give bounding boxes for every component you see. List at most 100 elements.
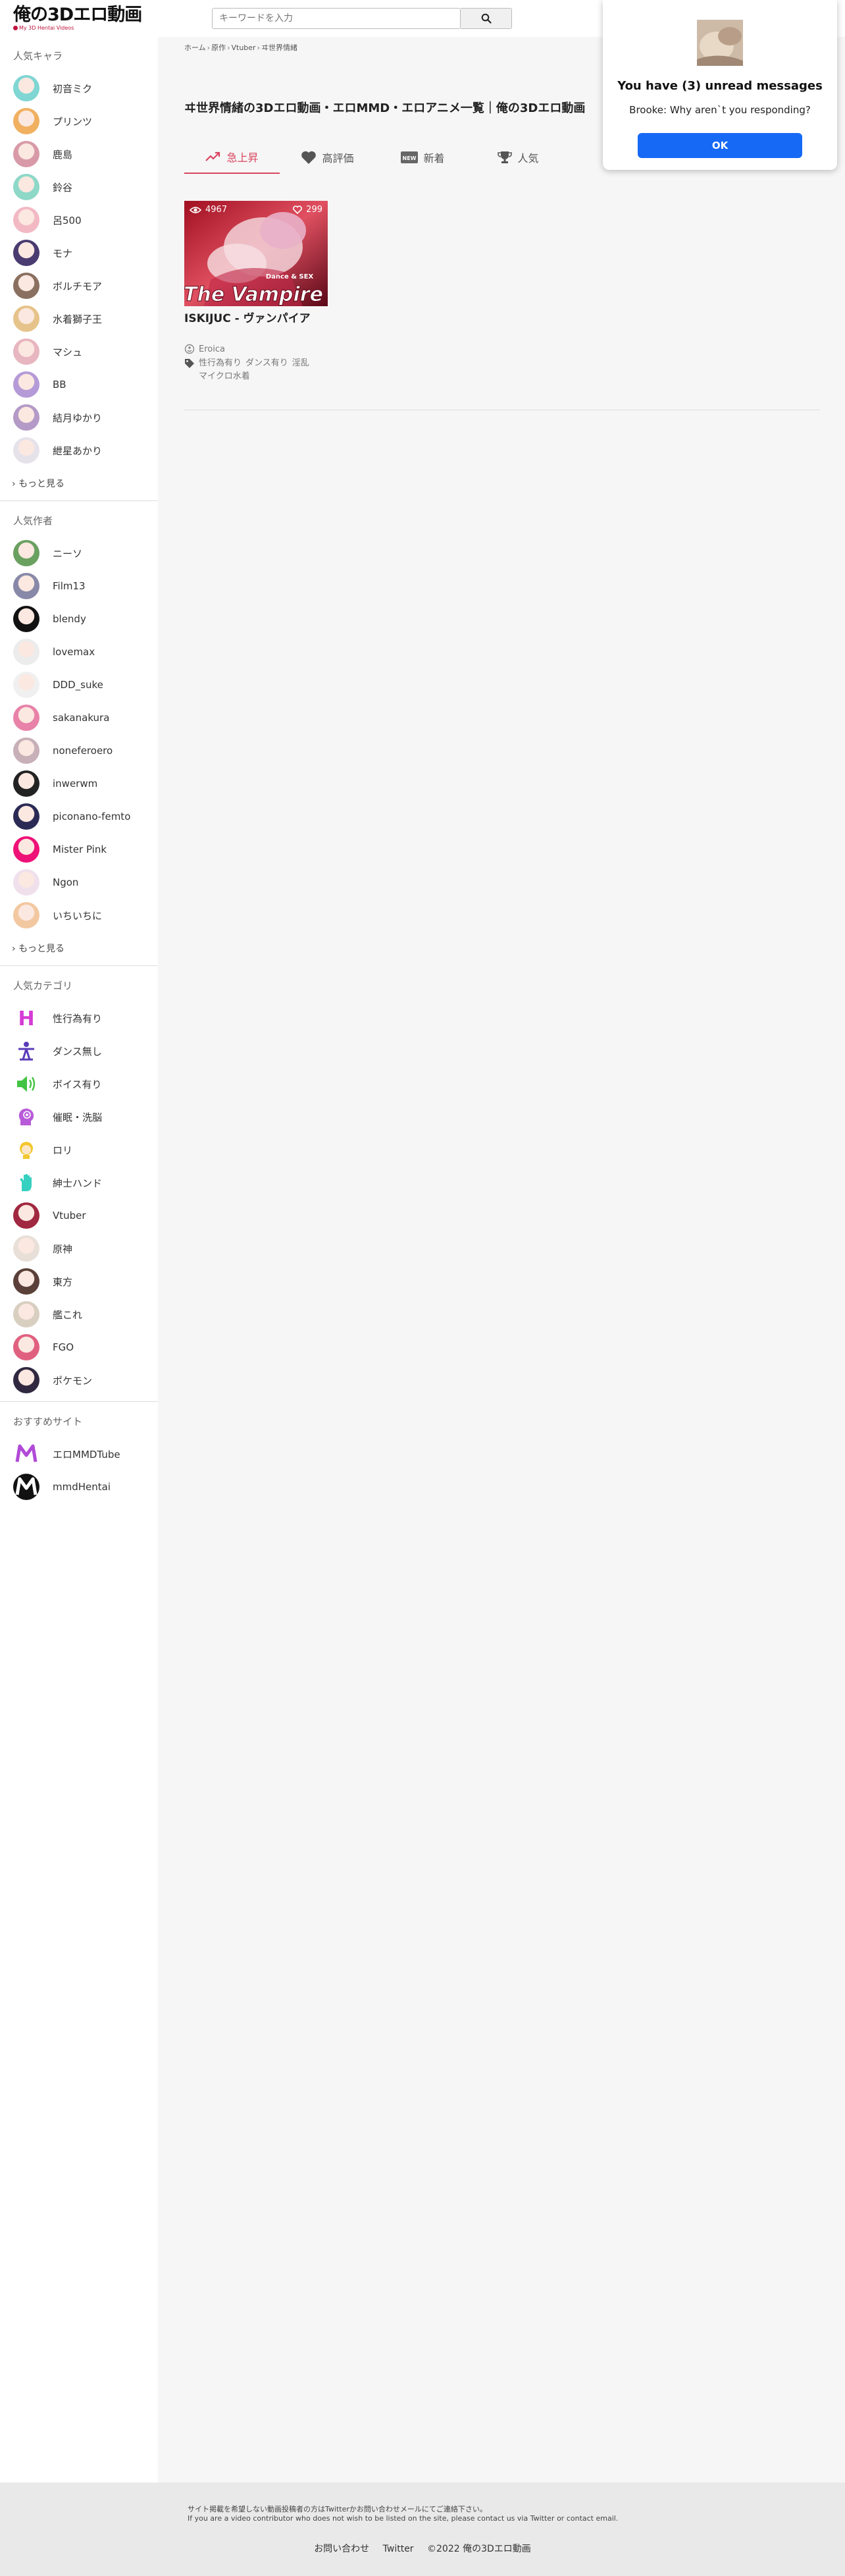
video-author[interactable]: Eroica: [184, 344, 328, 354]
sidebar-character-item[interactable]: 鈴谷: [13, 174, 155, 200]
sidebar-category-item[interactable]: 艦これ: [13, 1301, 155, 1328]
sidebar-category-label: 性行為有り: [53, 1012, 103, 1025]
footer-copyright: ©2022 俺の3Dエロ動画: [427, 2544, 531, 2554]
kancolle-avatar: [13, 1301, 39, 1328]
fgo-avatar: [13, 1334, 39, 1360]
more-creators-link[interactable]: › もっと見る: [12, 942, 64, 955]
heart-outline-icon: [293, 205, 303, 214]
sidebar-category-item[interactable]: ボイス有り: [13, 1071, 155, 1097]
genshin-avatar: [13, 1235, 39, 1262]
sidebar-category-label: 艦これ: [53, 1308, 83, 1321]
sidebar-character-item[interactable]: モナ: [13, 240, 155, 266]
more-characters-link[interactable]: › もっと見る: [12, 477, 64, 490]
sidebar-category-label: 東方: [53, 1275, 73, 1288]
sidebar-character-item[interactable]: マシュ: [13, 338, 155, 365]
avatar: [13, 705, 39, 731]
avatar: [13, 207, 39, 233]
dance-icon: [13, 1038, 39, 1064]
tag-item[interactable]: 性行為有り: [199, 357, 242, 370]
avatar: [13, 738, 39, 764]
sidebar-creator-item[interactable]: ニーソ: [13, 540, 155, 566]
sidebar-category-item[interactable]: Vtuber: [13, 1202, 155, 1229]
sidebar-character-item[interactable]: 初音ミク: [13, 75, 155, 101]
tab-popular[interactable]: 人気: [471, 141, 566, 174]
avatar: [13, 174, 39, 200]
breadcrumb-original[interactable]: 原作: [211, 43, 226, 52]
sidebar-site-label: エロMMDTube: [53, 1448, 120, 1461]
page-title: ヰ世界情緒の3Dエロ動画・エロMMD・エロアニメ一覧｜俺の3Dエロ動画: [184, 101, 586, 115]
tag-item[interactable]: マイクロ水着: [199, 370, 250, 383]
sidebar-creator-item[interactable]: Ngon: [13, 869, 155, 896]
tab-top-rated[interactable]: 高評価: [280, 141, 375, 174]
tab-new[interactable]: NEW 新着: [375, 141, 471, 174]
sidebar-creator-label: ニーソ: [53, 547, 83, 560]
sidebar-category-item[interactable]: H 性行為有り: [13, 1005, 155, 1031]
popup-ok-button[interactable]: OK: [638, 133, 802, 158]
sidebar-character-item[interactable]: ボルチモア: [13, 273, 155, 299]
sort-tabs: 急上昇 高評価 NEW 新着 人気: [184, 141, 566, 174]
eye-icon: [190, 206, 201, 213]
avatar: [13, 606, 39, 632]
tab-trending[interactable]: 急上昇: [184, 141, 280, 174]
sidebar-creator-item[interactable]: sakanakura: [13, 705, 155, 731]
sidebar-character-item[interactable]: 水着獅子王: [13, 306, 155, 332]
divider: [0, 1401, 158, 1402]
footer-twitter-link[interactable]: Twitter: [383, 2544, 414, 2554]
popup-message: Brooke: Why aren`t you responding?: [629, 104, 811, 116]
sidebar-character-item[interactable]: プリンツ: [13, 108, 155, 134]
sidebar-category-item[interactable]: 東方: [13, 1268, 155, 1295]
search-button[interactable]: [461, 8, 512, 29]
sidebar-creator-item[interactable]: Mister Pink: [13, 836, 155, 863]
avatar: [13, 338, 39, 365]
sidebar-creator-label: lovemax: [53, 646, 95, 658]
sidebar-creator-label: noneferoero: [53, 745, 113, 757]
sidebar-creator-label: inwerwm: [53, 778, 98, 790]
tag-item[interactable]: ダンス有り: [245, 357, 288, 370]
tag-item[interactable]: 淫乱: [292, 357, 309, 370]
sidebar-creator-item[interactable]: piconano-femto: [13, 803, 155, 830]
footer-contact-link[interactable]: お問い合わせ: [314, 2544, 369, 2554]
breadcrumb-home[interactable]: ホーム: [184, 43, 206, 52]
sidebar-site-item[interactable]: エロMMDTube: [13, 1441, 155, 1467]
thumb-title: The Vampire: [184, 283, 323, 306]
breadcrumb-vtuber[interactable]: Vtuber: [231, 43, 255, 52]
section-title-characters: 人気キャラ: [13, 50, 63, 62]
like-count: 299: [293, 205, 322, 215]
avatar: [13, 869, 39, 896]
sidebar-creator-item[interactable]: inwerwm: [13, 770, 155, 797]
sidebar-creator-item[interactable]: DDD_suke: [13, 672, 155, 698]
pokemon-avatar: [13, 1367, 39, 1393]
sidebar-creator-item[interactable]: Film13: [13, 573, 155, 599]
sidebar-character-item[interactable]: 結月ゆかり: [13, 404, 155, 431]
sidebar-creator-label: いちいちに: [53, 909, 103, 922]
sidebar-category-item[interactable]: FGO: [13, 1334, 155, 1360]
sidebar-category-item[interactable]: 紳士ハンド: [13, 1169, 155, 1196]
sidebar-character-item[interactable]: 紲星あかり: [13, 437, 155, 464]
search-input[interactable]: [213, 9, 460, 28]
sidebar-category-item[interactable]: ポケモン: [13, 1367, 155, 1393]
sidebar-character-label: 呂500: [53, 214, 82, 227]
sidebar-category-item[interactable]: ダンス無し: [13, 1038, 155, 1064]
trophy-icon: [498, 151, 513, 163]
sidebar: 人気キャラ 初音ミクプリンツ鹿島鈴谷呂500 モナボルチモア水着獅子王マシュ BB 結…: [0, 37, 158, 2482]
sidebar-site-item[interactable]: mmdHentai: [13, 1474, 155, 1500]
sidebar-category-item[interactable]: ロリ: [13, 1137, 155, 1163]
avatar: [13, 240, 39, 266]
footer-links: お問い合わせ Twitter ©2022 俺の3Dエロ動画: [0, 2542, 845, 2555]
sidebar-character-item[interactable]: BB: [13, 371, 155, 398]
site-logo[interactable]: 俺の3Dエロ動画 My 3D Hentai Videos: [13, 5, 142, 32]
sidebar-character-item[interactable]: 呂500: [13, 207, 155, 233]
sidebar-creator-label: sakanakura: [53, 712, 110, 724]
sidebar-creator-item[interactable]: blendy: [13, 606, 155, 632]
video-thumbnail[interactable]: Dance & SEX The Vampire 4967 299: [184, 201, 328, 306]
logo-text: 俺の3Dエロ動画: [13, 5, 142, 25]
view-count: 4967: [190, 205, 227, 215]
sidebar-creator-item[interactable]: lovemax: [13, 639, 155, 665]
sidebar-creator-item[interactable]: いちいちに: [13, 902, 155, 928]
sidebar-category-item[interactable]: 催眠・洗脳: [13, 1104, 155, 1130]
sidebar-category-item[interactable]: 原神: [13, 1235, 155, 1262]
sidebar-creator-item[interactable]: noneferoero: [13, 738, 155, 764]
video-title[interactable]: ISKIJUC - ヴァンパイア: [184, 309, 328, 325]
sidebar-character-item[interactable]: 鹿島: [13, 141, 155, 167]
sidebar-category-label: ポケモン: [53, 1374, 93, 1387]
